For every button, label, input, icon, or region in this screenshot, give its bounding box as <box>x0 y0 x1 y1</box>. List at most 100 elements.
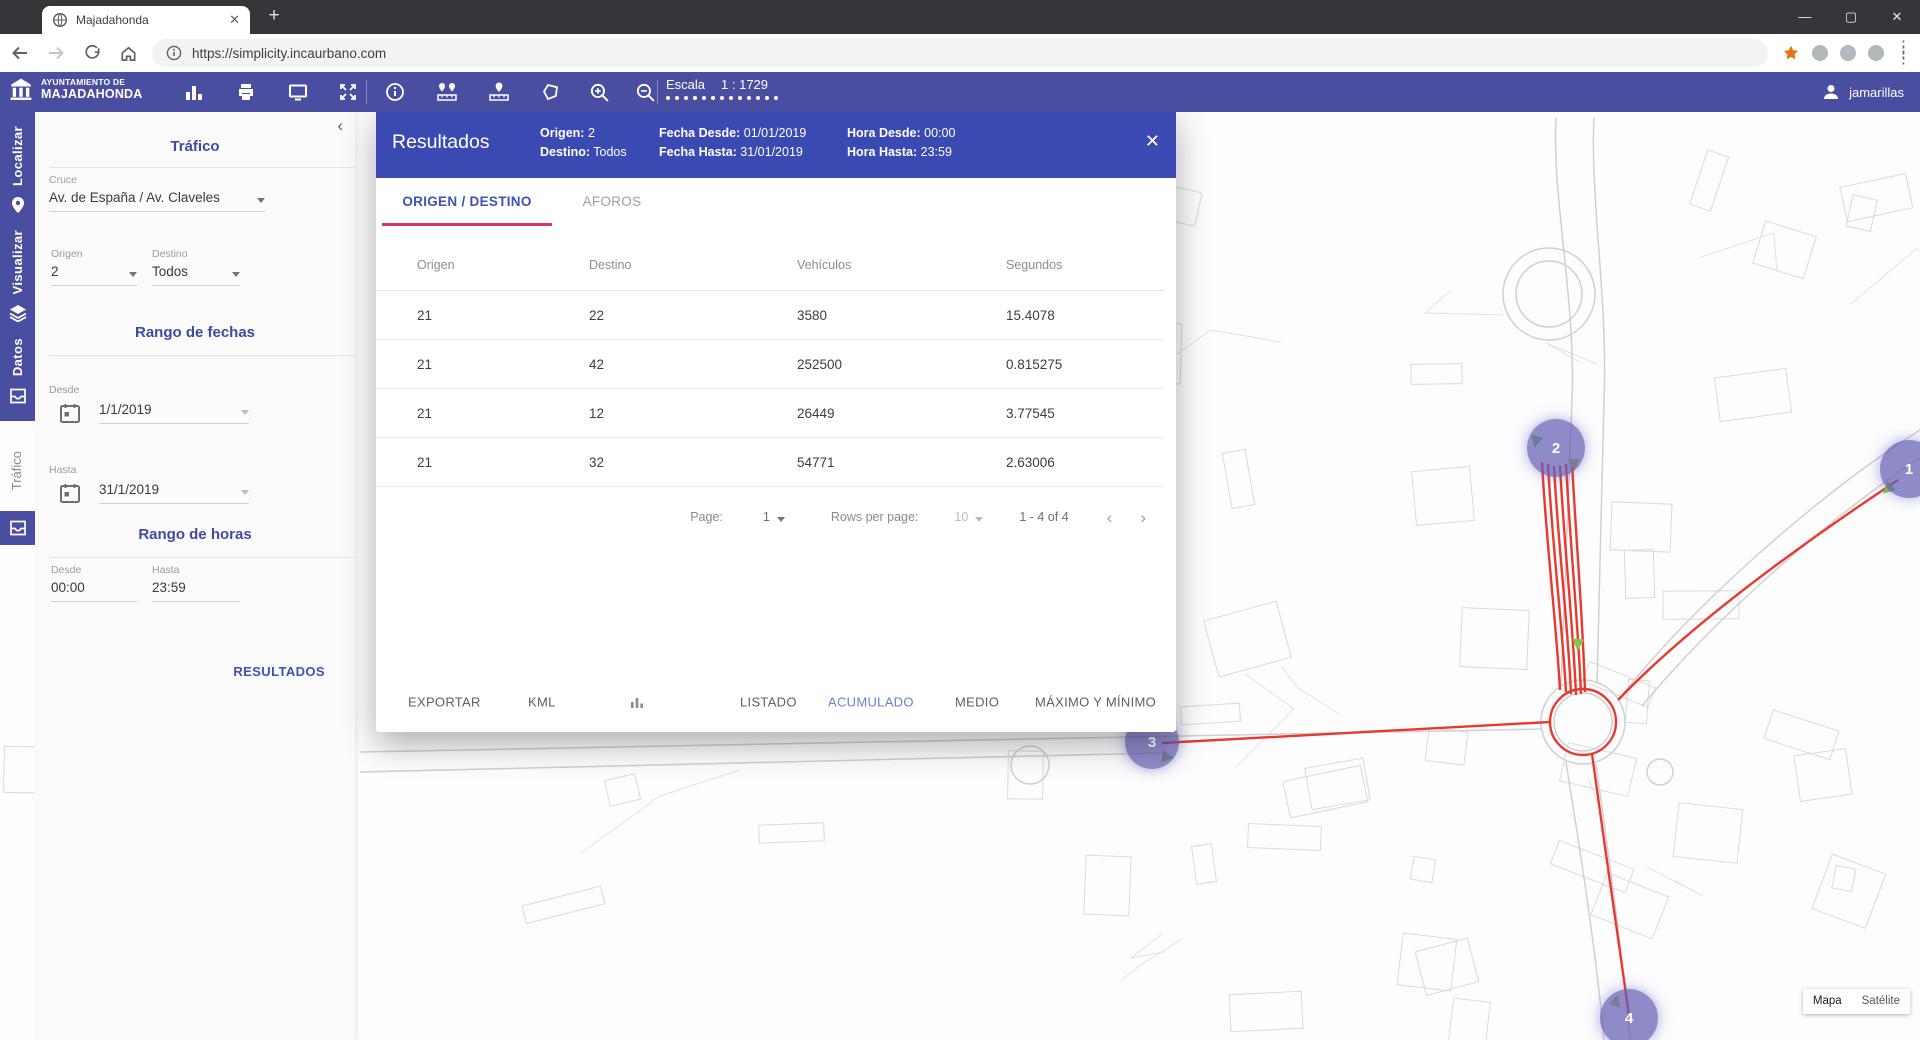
results-dialog-header: Resultados Origen: 2 Destino: Todos Fech… <box>376 110 1176 178</box>
origen-select[interactable]: 2 <box>51 264 137 286</box>
bookmark-star-icon[interactable] <box>1782 44 1800 62</box>
nav-section-visualizar[interactable]: Visualizar <box>9 230 27 322</box>
new-tab-button[interactable]: + <box>262 5 286 27</box>
cruce-label: Cruce <box>49 174 77 186</box>
summary-value: 01/01/2019 <box>744 126 807 140</box>
tab-close-icon[interactable]: ✕ <box>229 12 240 28</box>
browser-url-bar: https://simplicity.incaurbano.com ⋮⋮⋮ <box>0 34 1920 72</box>
page-info-icon[interactable] <box>166 45 182 61</box>
medio-button[interactable]: MEDIO <box>955 695 999 710</box>
scale-dots <box>666 96 778 100</box>
traffic-filters-panel: ‹ Tráfico Cruce Av. de España / Av. Clav… <box>35 112 355 1040</box>
calendar-icon[interactable] <box>59 402 81 424</box>
forward-button[interactable] <box>40 37 72 69</box>
extension-icon[interactable] <box>1868 45 1884 61</box>
window-minimize-button[interactable]: — <box>1782 0 1828 34</box>
zoom-out-icon[interactable] <box>634 81 656 103</box>
back-button[interactable] <box>4 37 36 69</box>
page-label: Page: <box>690 510 723 524</box>
summary-value: 2 <box>588 126 595 140</box>
summary-fechas: Fecha Desde: 01/01/2019 Fecha Hasta: 31/… <box>659 124 806 162</box>
hour-from-label: Desde <box>51 564 81 576</box>
panel-collapse-icon[interactable]: ‹ <box>337 116 343 136</box>
extension-icon[interactable] <box>1812 45 1828 61</box>
map-node-4[interactable]: 4 <box>1600 989 1658 1040</box>
extension-icon[interactable] <box>1840 45 1856 61</box>
summary-origen-destino: Origen: 2 Destino: Todos <box>540 124 627 162</box>
refresh-button[interactable] <box>76 37 108 69</box>
maximo-minimo-button[interactable]: MÁXIMO Y MÍNIMO <box>1035 695 1156 710</box>
inbox-icon <box>9 387 27 405</box>
address-bar[interactable]: https://simplicity.incaurbano.com <box>152 39 1768 67</box>
map-node-2[interactable]: 2 <box>1527 419 1585 477</box>
summary-label: Origen: <box>540 126 584 140</box>
nav-section-localizar[interactable]: Localizar <box>9 126 27 214</box>
exportar-button[interactable]: EXPORTAR <box>408 695 481 710</box>
table-row[interactable]: 2112264493.77545 <box>376 389 1164 438</box>
origen-value: 2 <box>51 264 59 279</box>
browser-tab[interactable]: Majadahonda ✕ <box>42 6 250 34</box>
destino-select[interactable]: Todos <box>152 264 240 286</box>
window-close-button[interactable]: ✕ <box>1874 0 1920 34</box>
url-text: https://simplicity.incaurbano.com <box>192 46 386 61</box>
rows-per-page-label: Rows per page: <box>831 510 919 524</box>
map-type-map-button[interactable]: Mapa <box>1803 989 1852 1014</box>
browser-menu-icon[interactable]: ⋮⋮⋮ <box>1896 44 1910 62</box>
cruce-select[interactable]: Av. de España / Av. Claveles <box>49 190 265 212</box>
statistics-icon[interactable] <box>183 81 205 103</box>
map-type-satellite-button[interactable]: Satélite <box>1852 989 1910 1014</box>
home-button[interactable] <box>112 37 144 69</box>
table-cell: 21 <box>417 455 589 470</box>
nav-section-label: Datos <box>10 338 25 376</box>
summary-label: Fecha Hasta: <box>659 145 737 159</box>
origen-label: Origen <box>51 248 83 260</box>
column-header: Destino <box>589 258 797 272</box>
info-icon[interactable] <box>384 81 406 103</box>
print-icon[interactable] <box>235 81 257 103</box>
previous-page-icon[interactable]: ‹ <box>1107 509 1113 526</box>
nav-section-datos[interactable]: Datos <box>9 338 27 404</box>
chart-view-button[interactable] <box>629 694 645 710</box>
chevron-down-icon <box>257 198 265 203</box>
window-maximize-button[interactable]: ▢ <box>1828 0 1874 34</box>
nav-active-section-button[interactable] <box>0 511 35 545</box>
zoom-in-icon[interactable] <box>588 81 610 103</box>
table-row[interactable]: 2122358015.4078 <box>376 291 1164 340</box>
date-from-select[interactable]: 1/1/2019 <box>99 402 249 424</box>
browser-tab-bar: Majadahonda ✕ + — ▢ ✕ <box>0 0 1920 34</box>
user-account[interactable]: jamarillas <box>1821 72 1904 112</box>
toolbar-separator <box>657 80 658 104</box>
table-row[interactable]: 21422525000.815275 <box>376 340 1164 389</box>
pin-icon <box>9 196 27 214</box>
screen-icon[interactable] <box>287 81 309 103</box>
resultados-button[interactable]: RESULTADOS <box>233 664 325 679</box>
calendar-icon[interactable] <box>59 482 81 504</box>
map-node-label: 1 <box>1905 461 1913 478</box>
tab-origen-destino[interactable]: ORIGEN / DESTINO <box>382 178 552 226</box>
rows-per-page-select[interactable]: 10 <box>954 510 983 524</box>
fullscreen-icon[interactable] <box>337 81 359 103</box>
acumulado-button[interactable]: ACUMULADO <box>828 695 914 710</box>
next-page-icon[interactable]: › <box>1140 509 1146 526</box>
hour-to-input[interactable]: 23:59 <box>152 580 240 602</box>
date-to-select[interactable]: 31/1/2019 <box>99 482 249 504</box>
table-cell: 21 <box>417 406 589 421</box>
page-select[interactable]: 1 <box>763 510 785 524</box>
active-tab-underline <box>382 223 552 226</box>
kml-button[interactable]: KML <box>528 695 556 710</box>
listado-button[interactable]: LISTADO <box>740 695 797 710</box>
table-cell: 252500 <box>797 357 1006 372</box>
measure-origin-destination-icon[interactable] <box>436 81 458 103</box>
measure-aforo-icon[interactable] <box>488 81 510 103</box>
pagination-bar: Page: 1 Rows per page: 10 1 - 4 of 4 ‹ › <box>690 502 1146 532</box>
table-row[interactable]: 2132547712.63006 <box>376 438 1164 487</box>
tab-aforos[interactable]: AFOROS <box>552 178 672 226</box>
chevron-down-icon <box>777 517 785 522</box>
city-crest-icon <box>8 76 34 102</box>
table-cell: 22 <box>589 308 797 323</box>
close-icon[interactable]: ✕ <box>1145 131 1160 152</box>
browser-extension-area: ⋮⋮⋮ <box>1782 44 1910 62</box>
polygon-select-icon[interactable] <box>540 81 562 103</box>
summary-value: 00:00 <box>924 126 955 140</box>
hour-from-input[interactable]: 00:00 <box>51 580 137 602</box>
